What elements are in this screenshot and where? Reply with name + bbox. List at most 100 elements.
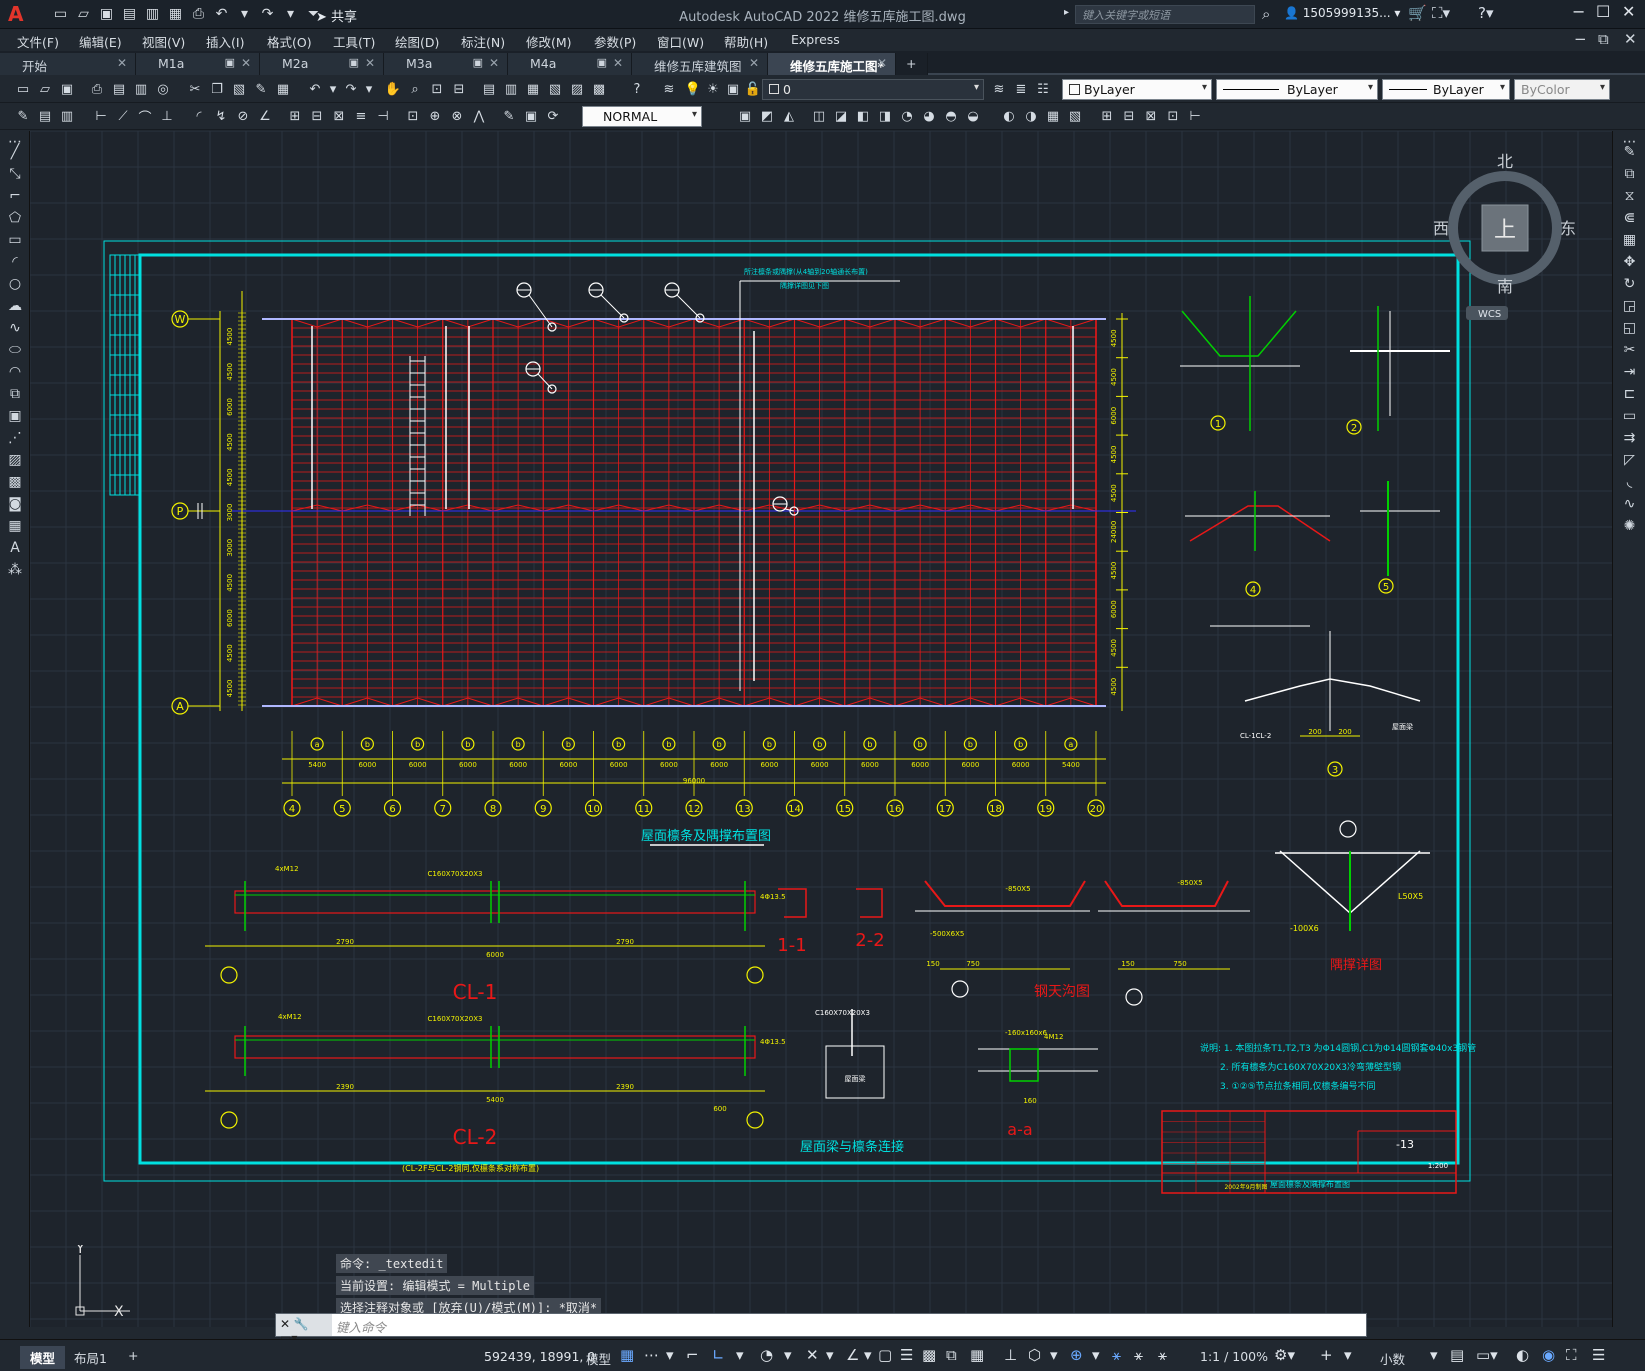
undo-dropdown-icon[interactable]: ▾: [234, 4, 255, 24]
plot-icon[interactable]: ⎙: [188, 4, 209, 24]
viewcube[interactable]: 上 北 南 东 西 WCS: [1430, 153, 1580, 323]
jogged-dim-icon[interactable]: ↯: [212, 107, 230, 125]
pan-icon[interactable]: ✋: [384, 80, 402, 98]
make-block-icon[interactable]: ▣: [0, 405, 30, 427]
search-input[interactable]: 键入关键字或短语: [1075, 5, 1255, 24]
fillet-icon[interactable]: ◟: [1613, 471, 1645, 493]
zoom-window-icon[interactable]: ⊡: [428, 80, 446, 98]
ellipse-icon[interactable]: ⬭: [0, 339, 30, 361]
color-dropdown[interactable]: ByLayer ▾: [1062, 79, 1212, 100]
scale-icon[interactable]: ◲: [1613, 295, 1645, 317]
tab-layout1[interactable]: 布局1: [64, 1346, 117, 1369]
line-icon[interactable]: ╱: [0, 141, 30, 163]
tab-m3a[interactable]: ▣ M3a ✕: [384, 53, 508, 75]
3d-slice-icon[interactable]: ◒: [964, 107, 982, 125]
open-web-icon[interactable]: ▥: [142, 4, 163, 24]
workspace-icon[interactable]: ⚙▾: [1274, 1346, 1295, 1364]
menu-view[interactable]: 视图(V): [142, 32, 185, 51]
lock-ui-icon[interactable]: ▭▾: [1476, 1346, 1498, 1364]
tab-building-drawing[interactable]: 维修五库建筑图 ✕: [632, 53, 768, 75]
multiline-text-icon[interactable]: A: [0, 537, 30, 559]
dynamic-ucs-icon[interactable]: ⊥: [1004, 1346, 1017, 1364]
spline-icon[interactable]: ∿: [0, 317, 30, 339]
doc-restore-icon[interactable]: ⧉: [1598, 30, 1609, 48]
polar-dropdown-icon[interactable]: ▾: [784, 1346, 792, 1364]
minimize-window-icon[interactable]: −: [1572, 2, 1585, 21]
close-command-icon[interactable]: ✕: [280, 1317, 290, 1331]
open-file-icon[interactable]: ▱: [73, 4, 94, 24]
continue-dim-icon[interactable]: ⊠: [330, 107, 348, 125]
annotation-scale-dropdown[interactable]: 1:1 / 100%: [1190, 1347, 1278, 1366]
3d-osnap-icon[interactable]: ▦: [970, 1346, 984, 1364]
isodraft-icon[interactable]: ∠: [846, 1346, 859, 1364]
redo-icon[interactable]: ↷: [257, 4, 278, 24]
viewcube-east-label[interactable]: 东: [1560, 219, 1576, 238]
circle-icon[interactable]: ○: [0, 273, 30, 295]
close-tab-icon[interactable]: ✕: [365, 56, 375, 70]
render-icon[interactable]: ◑: [1022, 107, 1040, 125]
3d-loft-icon[interactable]: ◓: [942, 107, 960, 125]
stretch-icon[interactable]: ◱: [1613, 317, 1645, 339]
3d-subtract-icon[interactable]: ◪: [832, 107, 850, 125]
hatch-icon[interactable]: ▨: [0, 449, 30, 471]
units-arrow-icon[interactable]: ▾: [1430, 1346, 1438, 1364]
layer-lock-icon[interactable]: 🔓: [744, 80, 762, 98]
design-center-icon[interactable]: ▥: [502, 80, 520, 98]
3d-intersect-icon[interactable]: ◧: [854, 107, 872, 125]
menu-format[interactable]: 格式(O): [267, 32, 312, 51]
redo-icon[interactable]: ↷: [342, 80, 360, 98]
quick-dim-icon[interactable]: ⊞: [286, 107, 304, 125]
calculator-icon[interactable]: ▩: [590, 80, 608, 98]
ucs-world-icon[interactable]: ⊟: [1120, 107, 1138, 125]
menu-modify[interactable]: 修改(M): [526, 32, 572, 51]
diameter-dim-icon[interactable]: ⊘: [234, 107, 252, 125]
publish-icon[interactable]: ▥: [132, 80, 150, 98]
chamfer-icon[interactable]: ◸: [1613, 449, 1645, 471]
layer-freeze-icon[interactable]: ☀: [704, 80, 722, 98]
polyline-icon[interactable]: ⌐: [0, 185, 30, 207]
drawing-canvas[interactable]: 4500 4500 6000 4500 4500 3000 3000 4500 6000 4500…: [30, 131, 1612, 1327]
center-mark-icon[interactable]: ⊕: [426, 107, 444, 125]
autodesk-app-icon[interactable]: ⛶▾: [1432, 4, 1450, 22]
linetype-dropdown[interactable]: ByLayer ▾: [1216, 79, 1378, 100]
menu-insert[interactable]: 插入(I): [206, 32, 244, 51]
make-current-layer-icon[interactable]: ≋: [990, 80, 1008, 98]
selection-filter-icon[interactable]: ⬡: [1028, 1346, 1041, 1364]
revision-cloud-icon[interactable]: ☁: [0, 295, 30, 317]
rotate-icon[interactable]: ↻: [1613, 273, 1645, 295]
angular-dim-icon[interactable]: ∠: [256, 107, 274, 125]
tab-m2a[interactable]: ▣ M2a ✕: [260, 53, 384, 75]
tab-model[interactable]: 模型: [20, 1346, 66, 1369]
baseline-dim-icon[interactable]: ⊟: [308, 107, 326, 125]
close-tab-icon[interactable]: ✕: [613, 56, 623, 70]
sheet-set-icon[interactable]: ▧: [546, 80, 564, 98]
menu-edit[interactable]: 编辑(E): [79, 32, 122, 51]
insert-block-icon[interactable]: ⧉: [0, 383, 30, 405]
lineweight-dropdown[interactable]: ByLayer ▾: [1382, 79, 1510, 100]
new-tab-button[interactable]: +: [896, 53, 928, 75]
osnap-icon[interactable]: ▢: [878, 1346, 892, 1364]
move-icon[interactable]: ✥: [1613, 251, 1645, 273]
osnap-tracking-icon[interactable]: ✕: [806, 1346, 819, 1364]
save-web-icon[interactable]: ▦: [165, 4, 186, 24]
dim-text-edit-icon[interactable]: ▣: [522, 107, 540, 125]
close-window-icon[interactable]: ✕: [1622, 2, 1635, 21]
undo-icon[interactable]: ↶: [211, 4, 232, 24]
transparency-icon[interactable]: ▩: [922, 1346, 936, 1364]
undo-icon[interactable]: ↶: [306, 80, 324, 98]
3d-extrude-icon[interactable]: ◨: [876, 107, 894, 125]
search-expand-icon[interactable]: ▸: [1064, 7, 1069, 18]
lights-icon[interactable]: ▧: [1066, 107, 1084, 125]
menu-file[interactable]: 文件(F): [17, 32, 59, 51]
user-account[interactable]: 👤 1505999135... ▾: [1284, 6, 1400, 20]
help-icon[interactable]: ?▾: [1478, 4, 1494, 22]
polar-icon[interactable]: ◔: [760, 1346, 773, 1364]
annotation-monitor-icon[interactable]: +: [1320, 1346, 1333, 1364]
menu-express[interactable]: Express: [791, 32, 840, 47]
viewcube-west-label[interactable]: 西: [1433, 219, 1449, 238]
hardware-accel-icon[interactable]: ◉: [1542, 1346, 1555, 1364]
close-tab-icon[interactable]: ✕: [877, 56, 887, 70]
offset-icon[interactable]: ⋐: [1613, 207, 1645, 229]
lineweight-toggle-icon[interactable]: ☰: [900, 1346, 913, 1364]
toolbar-grip[interactable]: ⋯: [1613, 131, 1645, 150]
